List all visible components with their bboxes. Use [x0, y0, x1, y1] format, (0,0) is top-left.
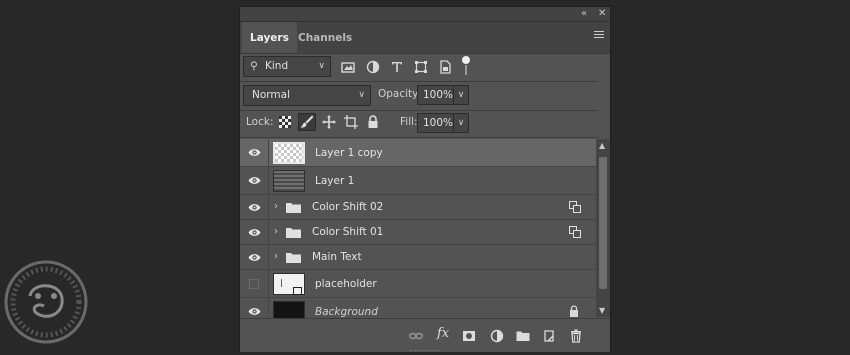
visibility-toggle[interactable]: [240, 270, 269, 297]
layers-scrollbar[interactable]: ▲ ▼: [596, 139, 610, 317]
eye-icon[interactable]: [248, 253, 261, 262]
layer-thumbnail[interactable]: ❘: [273, 273, 305, 295]
folder-icon: [286, 202, 301, 213]
fill-value[interactable]: 100%: [423, 114, 453, 133]
layer-name[interactable]: Background: [315, 306, 378, 318]
visibility-toggle[interactable]: [240, 167, 269, 194]
scroll-thumb[interactable]: [599, 157, 607, 289]
chevron-right-icon[interactable]: ›: [274, 201, 278, 212]
eye-icon[interactable]: [248, 203, 261, 212]
lock-image-pixels-icon[interactable]: [298, 113, 316, 131]
layer-name[interactable]: Color Shift 01: [312, 226, 383, 238]
search-icon: ⚲: [250, 60, 258, 72]
layer-row[interactable]: Layer 1 copy: [240, 139, 596, 167]
new-layer-icon[interactable]: [542, 329, 556, 343]
tab-layers[interactable]: Layers: [242, 22, 297, 53]
chevron-up-icon[interactable]: ▲: [599, 141, 605, 150]
close-panel-icon[interactable]: ✕: [598, 7, 606, 21]
layers-list: Layer 1 copy Layer 1 › Color Shift 02 ›: [240, 139, 596, 323]
visibility-toggle[interactable]: [240, 220, 269, 244]
lock-icon: [569, 305, 579, 317]
chevron-right-icon[interactable]: ›: [274, 226, 278, 237]
divider: [240, 137, 598, 138]
smart-object-filter-icon[interactable]: [438, 60, 452, 74]
lock-position-icon[interactable]: [321, 114, 337, 130]
layer-name[interactable]: Layer 1 copy: [315, 147, 383, 159]
opacity-label: Opacity:: [378, 88, 422, 100]
fx-icon[interactable]: fx: [437, 326, 449, 341]
collapse-panel-icon[interactable]: «: [581, 7, 587, 21]
panel-title-bar[interactable]: « ✕: [240, 7, 610, 22]
new-adjustment-icon[interactable]: [490, 329, 504, 343]
eye-icon[interactable]: [248, 307, 261, 316]
layer-row[interactable]: › Color Shift 01: [240, 220, 596, 245]
smart-object-icon: [569, 226, 581, 238]
filter-toggle-icon[interactable]: [462, 56, 470, 76]
type-filter-icon[interactable]: [390, 60, 404, 74]
layer-name[interactable]: placeholder: [315, 278, 377, 290]
layer-row[interactable]: › Main Text: [240, 245, 596, 270]
opacity-field[interactable]: 100% ∨: [417, 85, 469, 105]
thumbnail-glyph: ❘: [278, 278, 285, 287]
layer-row[interactable]: Layer 1: [240, 167, 596, 195]
layer-name[interactable]: Main Text: [312, 251, 362, 263]
layers-panel: « ✕ Layers Channels ⚲ Kind ∨ Normal ∨ Op…: [239, 6, 611, 352]
chevron-down-icon[interactable]: ∨: [453, 114, 468, 132]
smart-object-icon: [569, 201, 581, 213]
layer-row[interactable]: › Color Shift 02: [240, 195, 596, 220]
fill-field[interactable]: 100% ∨: [417, 113, 469, 133]
lock-label: Lock:: [246, 116, 274, 128]
lock-transparent-pixels-icon[interactable]: [277, 114, 293, 130]
divider: [240, 81, 598, 82]
delete-layer-icon[interactable]: [569, 329, 583, 343]
eye-icon[interactable]: [248, 148, 261, 157]
panel-resize-grip[interactable]: [410, 350, 440, 353]
panel-footer: fx: [240, 318, 610, 352]
adjustment-filter-icon[interactable]: [366, 60, 380, 74]
new-group-icon[interactable]: [516, 329, 530, 343]
image-filter-icon[interactable]: [341, 60, 355, 74]
chevron-right-icon[interactable]: ›: [274, 251, 278, 262]
layer-row[interactable]: ❘ placeholder: [240, 270, 596, 298]
folder-icon: [286, 252, 301, 263]
link-layers-icon[interactable]: [409, 329, 423, 343]
hidden-visibility-box[interactable]: [249, 279, 259, 289]
chevron-down-icon[interactable]: ▼: [599, 306, 605, 315]
opacity-value[interactable]: 100%: [423, 86, 453, 105]
smart-object-badge-icon: [293, 287, 302, 295]
lock-all-icon[interactable]: [365, 114, 381, 130]
panel-menu-icon[interactable]: [594, 31, 604, 40]
chevron-down-icon: ∨: [358, 90, 365, 100]
divider: [240, 110, 598, 111]
tab-channels[interactable]: Channels: [290, 22, 360, 53]
lock-artboard-icon[interactable]: [343, 114, 359, 130]
filter-kind-label: Kind: [265, 60, 289, 72]
visibility-toggle[interactable]: [240, 139, 269, 166]
eye-icon[interactable]: [248, 228, 261, 237]
shape-filter-icon[interactable]: [414, 60, 428, 74]
layer-thumbnail[interactable]: [273, 170, 305, 192]
eye-icon[interactable]: [248, 176, 261, 185]
chevron-down-icon[interactable]: ∨: [453, 86, 468, 104]
watermark-logo: [4, 260, 88, 344]
blend-mode-label: Normal: [252, 89, 290, 101]
chevron-down-icon: ∨: [318, 61, 325, 71]
fill-label: Fill:: [400, 116, 418, 128]
filter-kind-dropdown[interactable]: ⚲ Kind ∨: [243, 56, 331, 77]
layer-name[interactable]: Color Shift 02: [312, 201, 383, 213]
visibility-toggle[interactable]: [240, 245, 269, 269]
add-mask-icon[interactable]: [462, 329, 476, 343]
layer-name[interactable]: Layer 1: [315, 175, 354, 187]
blend-mode-dropdown[interactable]: Normal ∨: [243, 85, 371, 106]
folder-icon: [286, 227, 301, 238]
panel-tab-strip: Layers Channels: [240, 22, 610, 54]
visibility-toggle[interactable]: [240, 195, 269, 219]
layer-thumbnail[interactable]: [273, 142, 305, 164]
